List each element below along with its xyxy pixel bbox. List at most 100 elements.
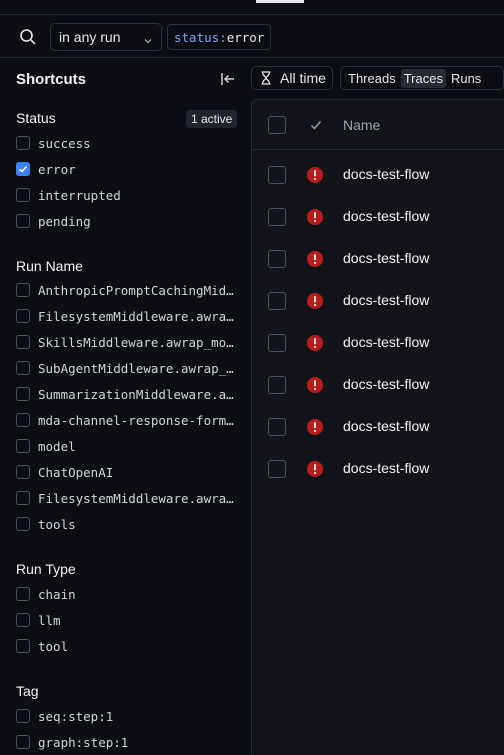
status-option[interactable]: interrupted: [16, 185, 238, 205]
checkbox[interactable]: [16, 136, 30, 150]
run-name-option[interactable]: AnthropicPromptCachingMiddleware.awrap_m…: [16, 280, 238, 300]
run-name-option-label: ChatOpenAI: [38, 464, 114, 480]
shortcuts-sidebar: Shortcuts Status 1 active success error in…: [0, 59, 250, 755]
run-type-option[interactable]: llm: [16, 610, 238, 630]
run-type-option-label: chain: [38, 586, 76, 602]
tag-option[interactable]: seq:step:1: [16, 706, 238, 726]
checkbox[interactable]: [16, 735, 30, 749]
table-row[interactable]: docs-test-flow: [252, 152, 504, 194]
status-option[interactable]: error: [16, 159, 238, 179]
row-checkbox[interactable]: [268, 208, 286, 226]
trace-name[interactable]: docs-test-flow: [343, 208, 429, 224]
table-row[interactable]: docs-test-flow: [252, 446, 504, 488]
search-icon[interactable]: [18, 27, 38, 47]
tab-traces[interactable]: Traces: [400, 68, 446, 88]
scope-select-value: in any run: [59, 29, 121, 45]
collapse-sidebar-icon[interactable]: [220, 71, 236, 87]
trace-name[interactable]: docs-test-flow: [343, 460, 429, 476]
run-name-option[interactable]: SummarizationMiddleware.awrap_model_call: [16, 384, 238, 404]
run-name-option[interactable]: tools: [16, 514, 238, 534]
run-name-option-label: tools: [38, 516, 76, 532]
error-status-icon: [306, 334, 324, 352]
row-checkbox[interactable]: [268, 418, 286, 436]
row-checkbox[interactable]: [268, 292, 286, 310]
checkbox[interactable]: [16, 491, 30, 505]
run-name-option[interactable]: ChatOpenAI: [16, 462, 238, 482]
name-column-header[interactable]: Name: [343, 117, 380, 133]
run-name-option[interactable]: FilesystemMiddleware.awrap_tool_call: [16, 488, 238, 508]
checkbox[interactable]: [16, 517, 30, 531]
tag-section-title: Tag: [16, 683, 39, 699]
filter-value: error: [226, 29, 265, 45]
checkbox[interactable]: [16, 413, 30, 427]
search-bar: in any run status: error: [0, 14, 504, 58]
run-type-option-label: tool: [38, 638, 69, 654]
checkbox[interactable]: [16, 214, 30, 228]
traces-table: Name docs-test-flow docs-test-flow docs-te…: [251, 99, 504, 755]
run-type-option[interactable]: tool: [16, 636, 238, 656]
row-checkbox[interactable]: [268, 460, 286, 478]
error-status-icon: [306, 166, 324, 184]
error-status-icon: [306, 376, 324, 394]
checkbox[interactable]: [16, 283, 30, 297]
time-range-button[interactable]: All time: [251, 66, 333, 90]
tag-option-label: seq:step:1: [38, 708, 114, 724]
checkbox[interactable]: [16, 387, 30, 401]
trace-name[interactable]: docs-test-flow: [343, 334, 429, 350]
table-row[interactable]: docs-test-flow: [252, 362, 504, 404]
checkbox[interactable]: [16, 188, 30, 202]
run-name-option[interactable]: SkillsMiddleware.awrap_model_call: [16, 332, 238, 352]
error-status-icon: [306, 292, 324, 310]
table-row[interactable]: docs-test-flow: [252, 194, 504, 236]
trace-name[interactable]: docs-test-flow: [343, 250, 429, 266]
scope-select[interactable]: in any run: [50, 23, 162, 51]
table-row[interactable]: docs-test-flow: [252, 278, 504, 320]
view-segmented-control: Threads Traces Runs: [340, 66, 504, 90]
run-name-option[interactable]: SubAgentMiddleware.awrap_model_call: [16, 358, 238, 378]
checkbox-checked[interactable]: [16, 162, 30, 176]
checkbox[interactable]: [16, 361, 30, 375]
table-row[interactable]: docs-test-flow: [252, 236, 504, 278]
run-name-option[interactable]: FilesystemMiddleware.awrap_model_call: [16, 306, 238, 326]
checkbox[interactable]: [16, 335, 30, 349]
checkbox[interactable]: [16, 639, 30, 653]
run-name-option-label: SubAgentMiddleware.awrap_model_call: [38, 360, 234, 376]
tag-option[interactable]: graph:step:1: [16, 732, 238, 752]
checkbox[interactable]: [16, 709, 30, 723]
checkbox[interactable]: [16, 465, 30, 479]
filter-separator: :: [219, 29, 227, 45]
tab-runs[interactable]: Runs: [448, 69, 484, 88]
filter-key: status: [174, 29, 220, 45]
trace-name[interactable]: docs-test-flow: [343, 166, 429, 182]
status-option[interactable]: success: [16, 133, 238, 153]
filter-chip[interactable]: status: error: [167, 24, 272, 50]
table-header: Name: [252, 100, 504, 150]
status-option[interactable]: pending: [16, 211, 238, 231]
run-name-option[interactable]: mda-channel-response-formatter: [16, 410, 238, 430]
row-checkbox[interactable]: [268, 250, 286, 268]
run-name-option-label: AnthropicPromptCachingMiddleware.awrap_m…: [38, 282, 234, 298]
row-checkbox[interactable]: [268, 376, 286, 394]
checkbox[interactable]: [16, 309, 30, 323]
run-type-section-title: Run Type: [16, 561, 76, 577]
sidebar-header: Shortcuts: [16, 69, 236, 89]
run-type-option-label: llm: [38, 612, 61, 628]
checkbox[interactable]: [16, 587, 30, 601]
checkbox[interactable]: [16, 613, 30, 627]
select-all-checkbox[interactable]: [268, 116, 286, 134]
row-checkbox[interactable]: [268, 334, 286, 352]
active-tab-indicator: [256, 0, 304, 3]
checkbox[interactable]: [16, 439, 30, 453]
trace-name[interactable]: docs-test-flow: [343, 418, 429, 434]
error-status-icon: [306, 418, 324, 436]
run-type-option[interactable]: chain: [16, 584, 238, 604]
trace-name[interactable]: docs-test-flow: [343, 376, 429, 392]
tab-threads[interactable]: Threads: [345, 69, 399, 88]
sidebar-title: Shortcuts: [16, 70, 87, 88]
run-name-option-label: model: [38, 438, 76, 454]
table-row[interactable]: docs-test-flow: [252, 404, 504, 446]
row-checkbox[interactable]: [268, 166, 286, 184]
trace-name[interactable]: docs-test-flow: [343, 292, 429, 308]
run-name-option[interactable]: model: [16, 436, 238, 456]
table-row[interactable]: docs-test-flow: [252, 320, 504, 362]
